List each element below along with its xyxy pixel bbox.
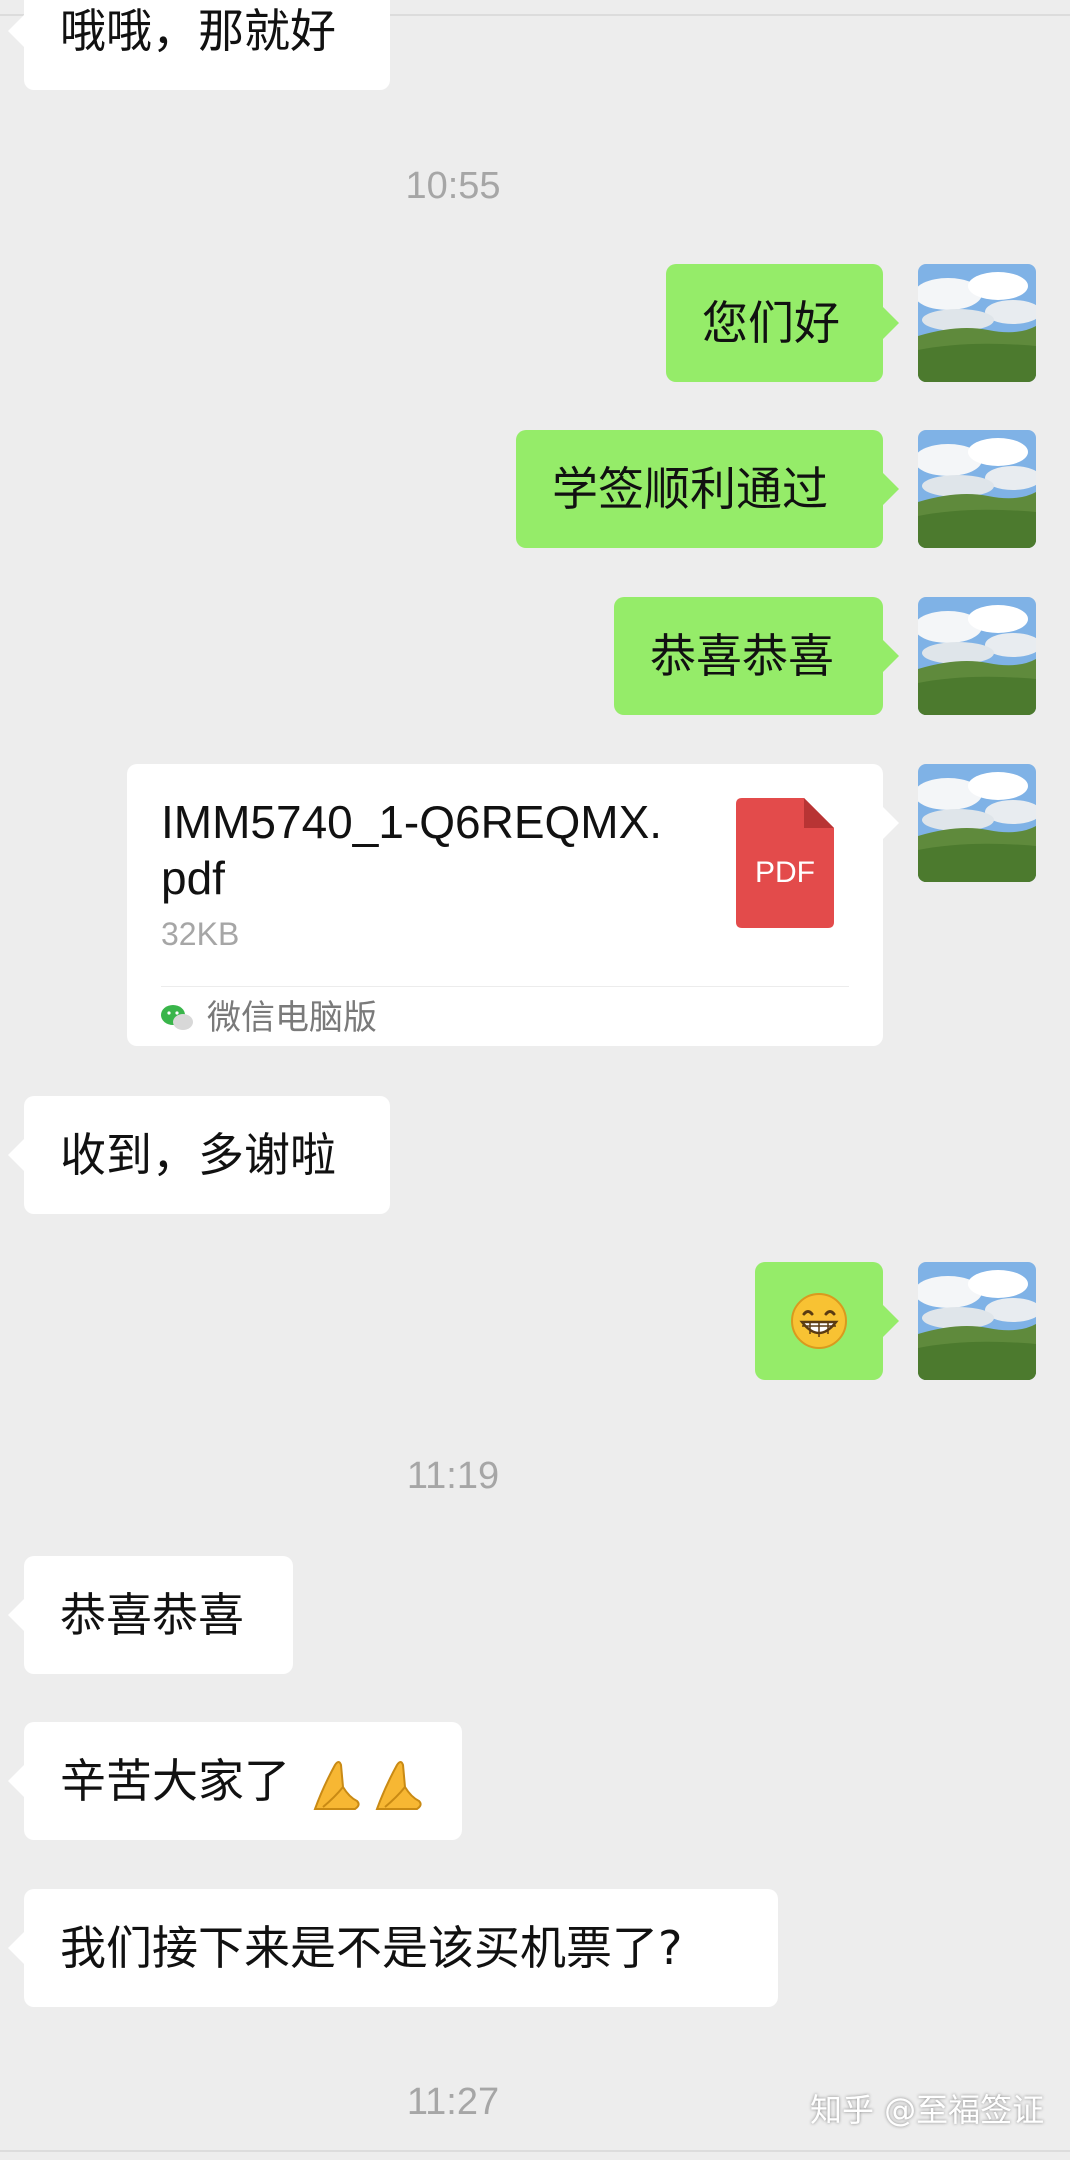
message-text: 哦哦，那就好 xyxy=(60,4,336,58)
message-bubble-incoming[interactable]: 我们接下来是不是该买机票了? xyxy=(8,1889,778,2007)
message-bubble-outgoing[interactable] xyxy=(755,1262,899,1380)
wechat-icon xyxy=(161,1005,193,1030)
message-text: 您们好 xyxy=(702,296,840,350)
message-bubble-outgoing[interactable]: 恭喜恭喜 xyxy=(614,597,899,715)
file-name: IMM5740_1-Q6REQMX.pdf xyxy=(161,796,663,904)
message-text: 恭喜恭喜 xyxy=(650,629,834,683)
watermark: 知乎 @至福签证 xyxy=(810,2091,1045,2129)
avatar[interactable] xyxy=(918,1262,1036,1380)
message-bubble-incoming[interactable]: 恭喜恭喜 xyxy=(8,1556,293,1674)
pdf-icon-label: PDF xyxy=(755,856,815,889)
message-bubble-outgoing[interactable]: 您们好 xyxy=(666,264,899,382)
file-size: 32KB xyxy=(161,916,240,952)
timestamp: 11:19 xyxy=(406,1455,500,1497)
pdf-icon: PDF xyxy=(736,798,834,928)
avatar[interactable] xyxy=(918,597,1036,715)
message-bubble-incoming[interactable]: 辛苦大家了 xyxy=(8,1722,462,1840)
avatar[interactable] xyxy=(918,264,1036,382)
file-source-label: 微信电脑版 xyxy=(207,998,377,1038)
message-text: 我们接下来是不是该买机票了? xyxy=(60,1921,683,1975)
timestamp: 10:55 xyxy=(405,165,501,207)
message-bubble-incoming[interactable]: 收到，多谢啦 xyxy=(8,1096,390,1214)
avatar[interactable] xyxy=(918,764,1036,882)
file-message[interactable]: IMM5740_1-Q6REQMX.pdf 32KB PDF 微信电脑版 xyxy=(127,764,899,1046)
message-bubble-incoming[interactable]: 哦哦，那就好 xyxy=(8,0,390,90)
message-text: 学签顺利通过 xyxy=(552,462,828,516)
avatar[interactable] xyxy=(918,430,1036,548)
message-text: 恭喜恭喜 xyxy=(60,1588,244,1642)
message-text: 收到，多谢啦 xyxy=(60,1128,336,1182)
folded-hands-emoji xyxy=(313,1760,422,1810)
bottom-divider xyxy=(0,2150,1070,2152)
timestamp: 11:27 xyxy=(406,2081,500,2123)
grinning-face-emoji xyxy=(791,1293,847,1349)
message-text: 辛苦大家了 xyxy=(60,1754,290,1808)
file-divider xyxy=(161,986,849,987)
message-bubble-outgoing[interactable]: 学签顺利通过 xyxy=(516,430,899,548)
